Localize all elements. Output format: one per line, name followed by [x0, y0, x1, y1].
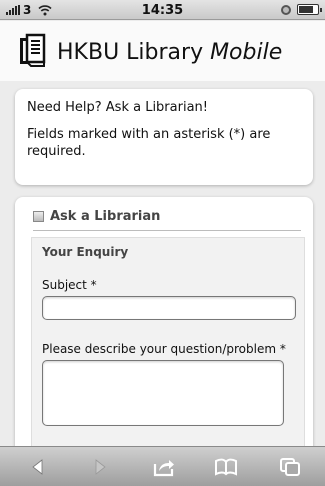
back-arrow-icon [32, 459, 43, 475]
form-legend-label: Ask a Librarian [50, 209, 161, 224]
help-card: Need Help? Ask a Librarian! Fields marke… [15, 89, 313, 185]
rotation-lock-icon [281, 4, 291, 15]
description-textarea[interactable] [42, 360, 284, 426]
app-header: HKBU Library Mobile [0, 21, 325, 81]
subject-input[interactable] [42, 296, 296, 320]
back-button[interactable] [26, 457, 50, 477]
enquiry-section: Your Enquiry Subject * Please describe y… [31, 237, 305, 457]
app-title-main: HKBU Library [57, 40, 211, 65]
form-icon [33, 211, 44, 222]
share-icon [153, 460, 174, 477]
app-title-italic: Mobile [210, 40, 283, 65]
tabs-button[interactable] [278, 457, 302, 477]
help-heading: Need Help? Ask a Librarian! [27, 100, 208, 115]
ask-librarian-form: Ask a Librarian Your Enquiry Subject * P… [15, 197, 313, 457]
share-button[interactable] [152, 457, 176, 477]
forward-button[interactable] [88, 457, 112, 477]
form-legend: Ask a Librarian [33, 209, 301, 231]
subject-label: Subject * [42, 278, 97, 292]
browser-toolbar [0, 446, 325, 486]
status-bar: 3 14:35 [0, 0, 325, 20]
required-note: Fields marked with an asterisk (*) are r… [27, 127, 271, 159]
status-right [281, 4, 322, 15]
tabs-icon [280, 458, 300, 476]
description-label: Please describe your question/problem * [42, 342, 286, 356]
bookmarks-button[interactable] [214, 457, 238, 477]
battery-icon [297, 4, 322, 15]
enquiry-title: Your Enquiry [42, 245, 129, 259]
forward-arrow-icon [95, 459, 106, 475]
bookmarks-icon [215, 458, 237, 476]
app-title: HKBU Library Mobile [57, 40, 282, 65]
clock: 14:35 [141, 3, 184, 18]
library-book-logo-icon [20, 33, 46, 67]
